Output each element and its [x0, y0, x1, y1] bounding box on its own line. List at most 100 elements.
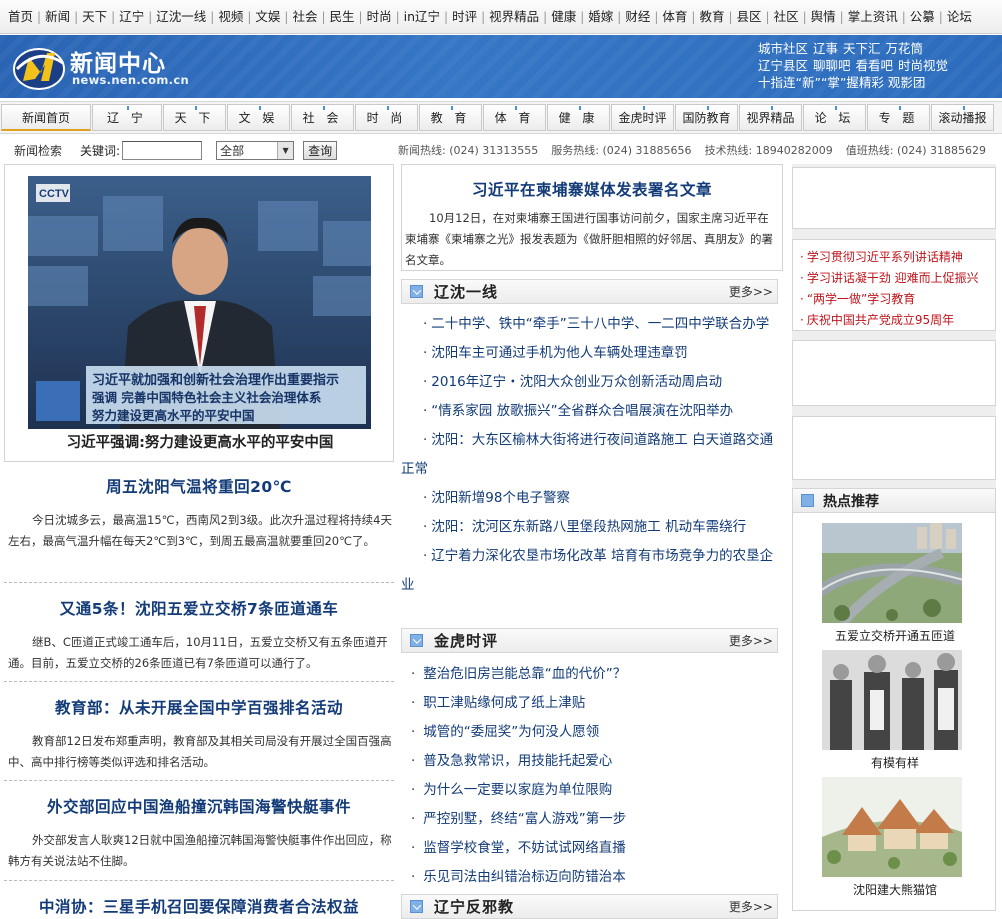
left-news-title[interactable]: 周五沈阳气温将重回20℃ — [4, 475, 394, 497]
channel-tab[interactable]: 专 题 — [867, 104, 930, 131]
hot-caption-1[interactable]: 五爱立交桥开通五匝道 — [793, 627, 997, 644]
channel-tab[interactable]: 金虎时评 — [611, 104, 674, 131]
list-item[interactable]: · 2016年辽宁・沈阳大众创业万众创新活动周启动 — [401, 368, 783, 397]
hot-image-figures[interactable] — [822, 650, 962, 750]
header-link[interactable]: 辽宁县区 — [758, 58, 808, 73]
header-link[interactable]: 天下汇 — [843, 41, 881, 56]
header-link[interactable]: 时尚视觉 — [898, 58, 948, 73]
top-nav-link[interactable]: 舆情 — [807, 9, 840, 24]
top-nav-link[interactable]: 时尚 — [363, 9, 396, 24]
logo-icon[interactable] — [11, 39, 67, 95]
keyword-input[interactable] — [122, 140, 203, 160]
channel-tab[interactable]: 滚动播报 — [931, 104, 994, 131]
top-nav-link[interactable]: 新闻 — [41, 9, 74, 24]
chevron-down-icon[interactable]: ▼ — [277, 141, 294, 159]
channel-tab[interactable]: 体 育 — [483, 104, 546, 131]
left-news-title[interactable]: 中消协：三星手机召回要保障消费者合法权益 — [4, 895, 394, 917]
more-link[interactable]: 更多>> — [729, 898, 773, 915]
hot-image-panda-house[interactable] — [822, 777, 962, 877]
topic-item[interactable]: · 庆祝中国共产党成立95周年 — [793, 310, 995, 331]
top-nav-link[interactable]: 民生 — [326, 9, 359, 24]
more-link[interactable]: 更多>> — [729, 283, 773, 300]
channel-tab[interactable]: 教 育 — [419, 104, 482, 131]
feature-image[interactable]: CCTV 习近平就加强和创新社会治理作出重要指示 强调 完善中国特色社会主义社会… — [28, 176, 371, 429]
list-item[interactable]: · 沈阳车主可通过手机为他人车辆处理违章罚 — [401, 339, 783, 368]
top-nav-link[interactable]: 婚嫁 — [584, 9, 617, 24]
top-nav-link[interactable]: 公纂 — [906, 9, 939, 24]
left-news-title[interactable]: 又通5条！沈阳五爱立交桥7条匝道通车 — [4, 597, 394, 619]
top-nav-link[interactable]: in辽宁 — [400, 9, 444, 24]
top-nav-link[interactable]: 健康 — [547, 9, 580, 24]
channel-tab-label: 文 娱 — [238, 111, 279, 125]
more-link[interactable]: 更多>> — [729, 632, 773, 649]
list-item[interactable]: · 辽宁着力深化农垦市场化改革 培育有市场竞争力的农垦企业 — [401, 542, 783, 600]
channel-tab[interactable]: 时 尚 — [355, 104, 418, 131]
channel-tab[interactable]: 天 下 — [163, 104, 226, 131]
hot-image-overpass[interactable] — [822, 523, 962, 623]
list-item[interactable]: · 城管的“委屈奖”为何没人愿领 — [401, 718, 783, 747]
channel-tab[interactable]: 文 娱 — [227, 104, 290, 131]
top-nav-link[interactable]: 财经 — [621, 9, 654, 24]
hotlines: 新闻热线: (024) 31313555 服务热线: (024) 31885656… — [398, 142, 999, 158]
bullet-dot: · — [423, 519, 428, 535]
feature-caption[interactable]: 习近平强调:努力建设更高水平的平安中国 — [5, 431, 395, 452]
top-nav-link[interactable]: 论坛 — [943, 9, 976, 24]
channel-tab[interactable]: 辽 宁 — [92, 104, 162, 131]
channel-tab[interactable]: 视界精品 — [739, 104, 802, 131]
left-news-title[interactable]: 外交部回应中国渔船撞沉韩国海警快艇事件 — [4, 795, 394, 817]
top-nav-link[interactable]: 县区 — [733, 9, 766, 24]
list-item[interactable]: · 沈阳新增98个电子警察 — [401, 484, 783, 513]
channel-tab[interactable]: 健 康 — [547, 104, 610, 131]
top-nav-link[interactable]: 天下 — [78, 9, 111, 24]
list-item[interactable]: · “情系家园 放歌振兴”全省群众合唱展演在沈阳举办 — [401, 397, 783, 426]
scope-select[interactable]: 全部 ▼ — [216, 140, 295, 160]
list-item[interactable]: · 沈阳：沈河区东新路八里堡段热网施工 机动车需绕行 — [401, 513, 783, 542]
top-story-title[interactable]: 习近平在柬埔寨媒体发表署名文章 — [402, 178, 782, 200]
list-item[interactable]: · 严控别墅，终结“富人游戏”第一步 — [401, 805, 783, 834]
list-item-text: 沈阳车主可通过手机为他人车辆处理违章罚 — [431, 345, 688, 361]
top-nav-link[interactable]: 时评 — [448, 9, 481, 24]
top-nav-link[interactable]: 教育 — [695, 9, 728, 24]
header-link[interactable]: 城市社区 — [758, 41, 808, 56]
left-news-summary: 今日沈城多云，最高温15℃，西南风2到3级。此次升温过程将持续4天左右，最高气温… — [8, 513, 392, 548]
header-link[interactable]: 聊聊吧 — [813, 58, 851, 73]
list-item[interactable]: · 监督学校食堂，不妨试试网络直播 — [401, 834, 783, 863]
list-item[interactable]: · 二十中学、铁中“牵手”三十八中学、一二四中学联合办学 — [401, 310, 783, 339]
header-link[interactable]: 看看吧 — [856, 58, 894, 73]
hot-caption-2[interactable]: 有模有样 — [793, 754, 997, 771]
top-nav-link[interactable]: 视界精品 — [485, 9, 543, 24]
top-nav-link[interactable]: 掌上资讯 — [844, 9, 902, 24]
list-item-text: 严控别墅，终结“富人游戏”第一步 — [423, 811, 627, 827]
list-item[interactable]: · 普及急救常识，用技能托起爱心 — [401, 747, 783, 776]
header-link-slogan[interactable]: 十指连“新”“掌”握精彩 观影团 — [758, 74, 953, 91]
top-nav-link[interactable]: 辽沈一线 — [152, 9, 210, 24]
channel-tab[interactable]: 新闻首页 — [1, 104, 91, 131]
top-nav-link[interactable]: 体育 — [658, 9, 691, 24]
topic-item[interactable]: · “两学一做”学习教育 — [793, 289, 995, 310]
list-item[interactable]: · 为什么一定要以家庭为单位限购 — [401, 776, 783, 805]
list-item[interactable]: · 沈阳：大东区榆林大街将进行夜间道路施工 白天道路交通正常 — [401, 426, 783, 484]
topic-item[interactable]: · 学习贯彻习近平系列讲话精神 — [793, 247, 995, 268]
channel-tab[interactable]: 社 会 — [291, 104, 354, 131]
top-nav-link[interactable]: 视频 — [214, 9, 247, 24]
list-item[interactable]: · 职工津贴缘何成了纸上津贴 — [401, 689, 783, 718]
topic-item[interactable]: · 学习讲话凝干劲 迎难而上促振兴 — [793, 268, 995, 289]
header-link[interactable]: 辽事 — [813, 41, 838, 56]
header-link[interactable]: 万花筒 — [886, 41, 924, 56]
top-nav-link[interactable]: 社会 — [288, 9, 321, 24]
list-item-text: 乐见司法由纠错治标迈向防错治本 — [423, 869, 626, 885]
list-item[interactable]: · 乐见司法由纠错治标迈向防错治本 — [401, 863, 783, 892]
top-nav-link[interactable]: 社区 — [770, 9, 803, 24]
list-item[interactable]: · 整治危旧房岂能总靠“血的代价”？ — [401, 660, 783, 689]
logo-url[interactable]: news.nen.com.cn — [72, 73, 189, 87]
hot-caption-3[interactable]: 沈阳建大熊猫馆 — [793, 881, 997, 898]
top-nav-link[interactable]: 辽宁 — [115, 9, 148, 24]
top-nav-link[interactable]: 首页 — [4, 9, 37, 24]
search-button[interactable]: 查询 — [303, 140, 338, 160]
top-nav-link[interactable]: 文娱 — [251, 9, 284, 24]
channel-tab[interactable]: 论 坛 — [803, 104, 866, 131]
channel-tab[interactable]: 国防教育 — [675, 104, 738, 131]
hotline: 服务热线: (024) 31885656 — [551, 144, 692, 157]
left-news-title[interactable]: 教育部：从未开展全国中学百强排名活动 — [4, 696, 394, 718]
left-news-item: 中消协：三星手机召回要保障消费者合法权益 — [4, 895, 394, 917]
